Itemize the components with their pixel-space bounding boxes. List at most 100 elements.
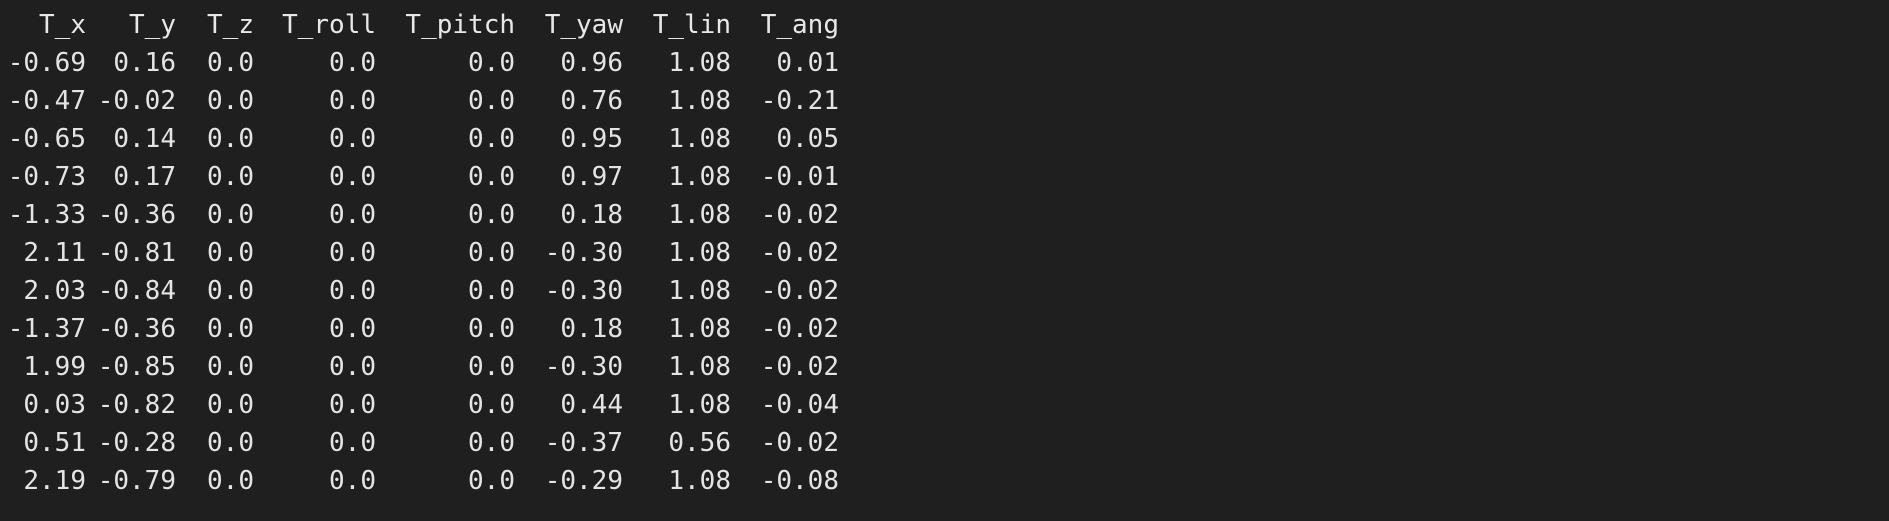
table-cell: 0.44 [560, 390, 623, 420]
table-cell: 0.01 [776, 48, 839, 78]
table-cell: 0.0 [329, 162, 376, 192]
table-cell: 0.0 [329, 86, 376, 116]
table-cell: 0.0 [468, 162, 515, 192]
column-header-t-yaw: T_yaw [544, 10, 623, 40]
table-cell: 1.08 [668, 124, 731, 154]
table-cell: 0.0 [329, 352, 376, 382]
column-header-t-roll: T_roll [282, 10, 376, 40]
table-row: 1.99 -0.85 0.0 0.0 0.0 -0.30 1.08 -0.02 [0, 348, 839, 386]
table-cell: -0.82 [97, 390, 176, 420]
table-cell: -0.02 [760, 352, 839, 382]
table-cell: 2.11 [23, 238, 86, 268]
table-cell: 0.0 [207, 466, 254, 496]
table-cell: 0.0 [207, 124, 254, 154]
table-cell: 0.18 [560, 200, 623, 230]
table-cell: -0.30 [544, 238, 623, 268]
table-cell: -0.85 [97, 352, 176, 382]
table-row: -0.47 -0.02 0.0 0.0 0.0 0.76 1.08 -0.21 [0, 82, 839, 120]
table-cell: 0.0 [468, 200, 515, 230]
table-cell: -0.02 [760, 238, 839, 268]
table-cell: 0.0 [207, 352, 254, 382]
table-cell: 0.95 [560, 124, 623, 154]
table-cell: 0.0 [207, 86, 254, 116]
table-cell: 0.0 [329, 314, 376, 344]
table-cell: 2.19 [23, 466, 86, 496]
table-cell: 0.14 [113, 124, 176, 154]
table-cell: 0.17 [113, 162, 176, 192]
table-cell: 0.0 [329, 48, 376, 78]
table-cell: 0.0 [468, 124, 515, 154]
table-cell: 0.0 [329, 428, 376, 458]
table-cell: -0.30 [544, 276, 623, 306]
table-row: -0.73 0.17 0.0 0.0 0.0 0.97 1.08 -0.01 [0, 158, 839, 196]
table-cell: 0.0 [468, 314, 515, 344]
table-cell: 1.08 [668, 200, 731, 230]
table-cell: -0.02 [760, 200, 839, 230]
table-cell: 0.0 [207, 390, 254, 420]
table-cell: -0.28 [97, 428, 176, 458]
table-row: 0.51 -0.28 0.0 0.0 0.0 -0.37 0.56 -0.02 [0, 424, 839, 462]
table-cell: 0.0 [468, 48, 515, 78]
table-cell: 0.0 [329, 200, 376, 230]
table-cell: -0.08 [760, 466, 839, 496]
table-cell: -0.02 [760, 276, 839, 306]
table-cell: 2.03 [23, 276, 86, 306]
table-cell: 0.0 [207, 314, 254, 344]
table-cell: 0.16 [113, 48, 176, 78]
table-cell: 0.0 [468, 86, 515, 116]
table-row: -1.33 -0.36 0.0 0.0 0.0 0.18 1.08 -0.02 [0, 196, 839, 234]
table-cell: 0.0 [207, 238, 254, 268]
table-cell: 0.0 [468, 352, 515, 382]
table-cell: -0.02 [97, 86, 176, 116]
table-cell: 1.08 [668, 466, 731, 496]
table-cell: 0.0 [329, 390, 376, 420]
table-cell: -0.02 [760, 314, 839, 344]
table-row: 2.19 -0.79 0.0 0.0 0.0 -0.29 1.08 -0.08 [0, 462, 839, 500]
table-cell: -0.04 [760, 390, 839, 420]
table-cell: 0.0 [468, 238, 515, 268]
table-cell: -0.21 [760, 86, 839, 116]
table-row: -1.37 -0.36 0.0 0.0 0.0 0.18 1.08 -0.02 [0, 310, 839, 348]
table-header-row: T_x T_y T_z T_roll T_pitch T_yaw T_lin T_ang [0, 6, 839, 44]
table-row: 0.03 -0.82 0.0 0.0 0.0 0.44 1.08 -0.04 [0, 386, 839, 424]
column-header-t-ang: T_ang [760, 10, 839, 40]
table-cell: -0.69 [7, 48, 86, 78]
table-cell: 0.0 [468, 390, 515, 420]
table-cell: 1.08 [668, 314, 731, 344]
column-header-t-z: T_z [207, 10, 254, 40]
table-cell: 0.97 [560, 162, 623, 192]
column-header-t-lin: T_lin [652, 10, 731, 40]
table-body: -0.69 0.16 0.0 0.0 0.0 0.96 1.08 0.01 -0.47 -0.02… [0, 44, 839, 500]
table-cell: 0.0 [329, 238, 376, 268]
table-cell: 0.0 [207, 276, 254, 306]
table-cell: 0.0 [468, 428, 515, 458]
table-cell: -0.30 [544, 352, 623, 382]
table-row: 2.03 -0.84 0.0 0.0 0.0 -0.30 1.08 -0.02 [0, 272, 839, 310]
table-cell: 0.0 [329, 466, 376, 496]
table-cell: -0.29 [544, 466, 623, 496]
table-cell: -0.65 [7, 124, 86, 154]
data-table: T_x T_y T_z T_roll T_pitch T_yaw T_lin T_ang -0… [0, 6, 839, 500]
table-cell: 0.0 [207, 428, 254, 458]
table-cell: 0.76 [560, 86, 623, 116]
table-cell: -0.02 [760, 428, 839, 458]
table-cell: -1.33 [7, 200, 86, 230]
table-cell: -0.47 [7, 86, 86, 116]
table-cell: 0.96 [560, 48, 623, 78]
table-cell: -1.37 [7, 314, 86, 344]
table-cell: 0.56 [668, 428, 731, 458]
table-cell: 0.03 [23, 390, 86, 420]
table-cell: 0.0 [468, 466, 515, 496]
table-cell: -0.81 [97, 238, 176, 268]
table-cell: -0.36 [97, 200, 176, 230]
table-cell: 1.08 [668, 238, 731, 268]
table-cell: 0.0 [207, 200, 254, 230]
table-cell: 1.08 [668, 86, 731, 116]
table-cell: -0.84 [97, 276, 176, 306]
table-cell: 0.0 [207, 162, 254, 192]
output-pane: T_x T_y T_z T_roll T_pitch T_yaw T_lin T_ang -0… [0, 0, 1889, 521]
table-cell: 1.08 [668, 276, 731, 306]
table-cell: -0.73 [7, 162, 86, 192]
table-cell: 1.08 [668, 162, 731, 192]
column-header-t-y: T_y [129, 10, 176, 40]
